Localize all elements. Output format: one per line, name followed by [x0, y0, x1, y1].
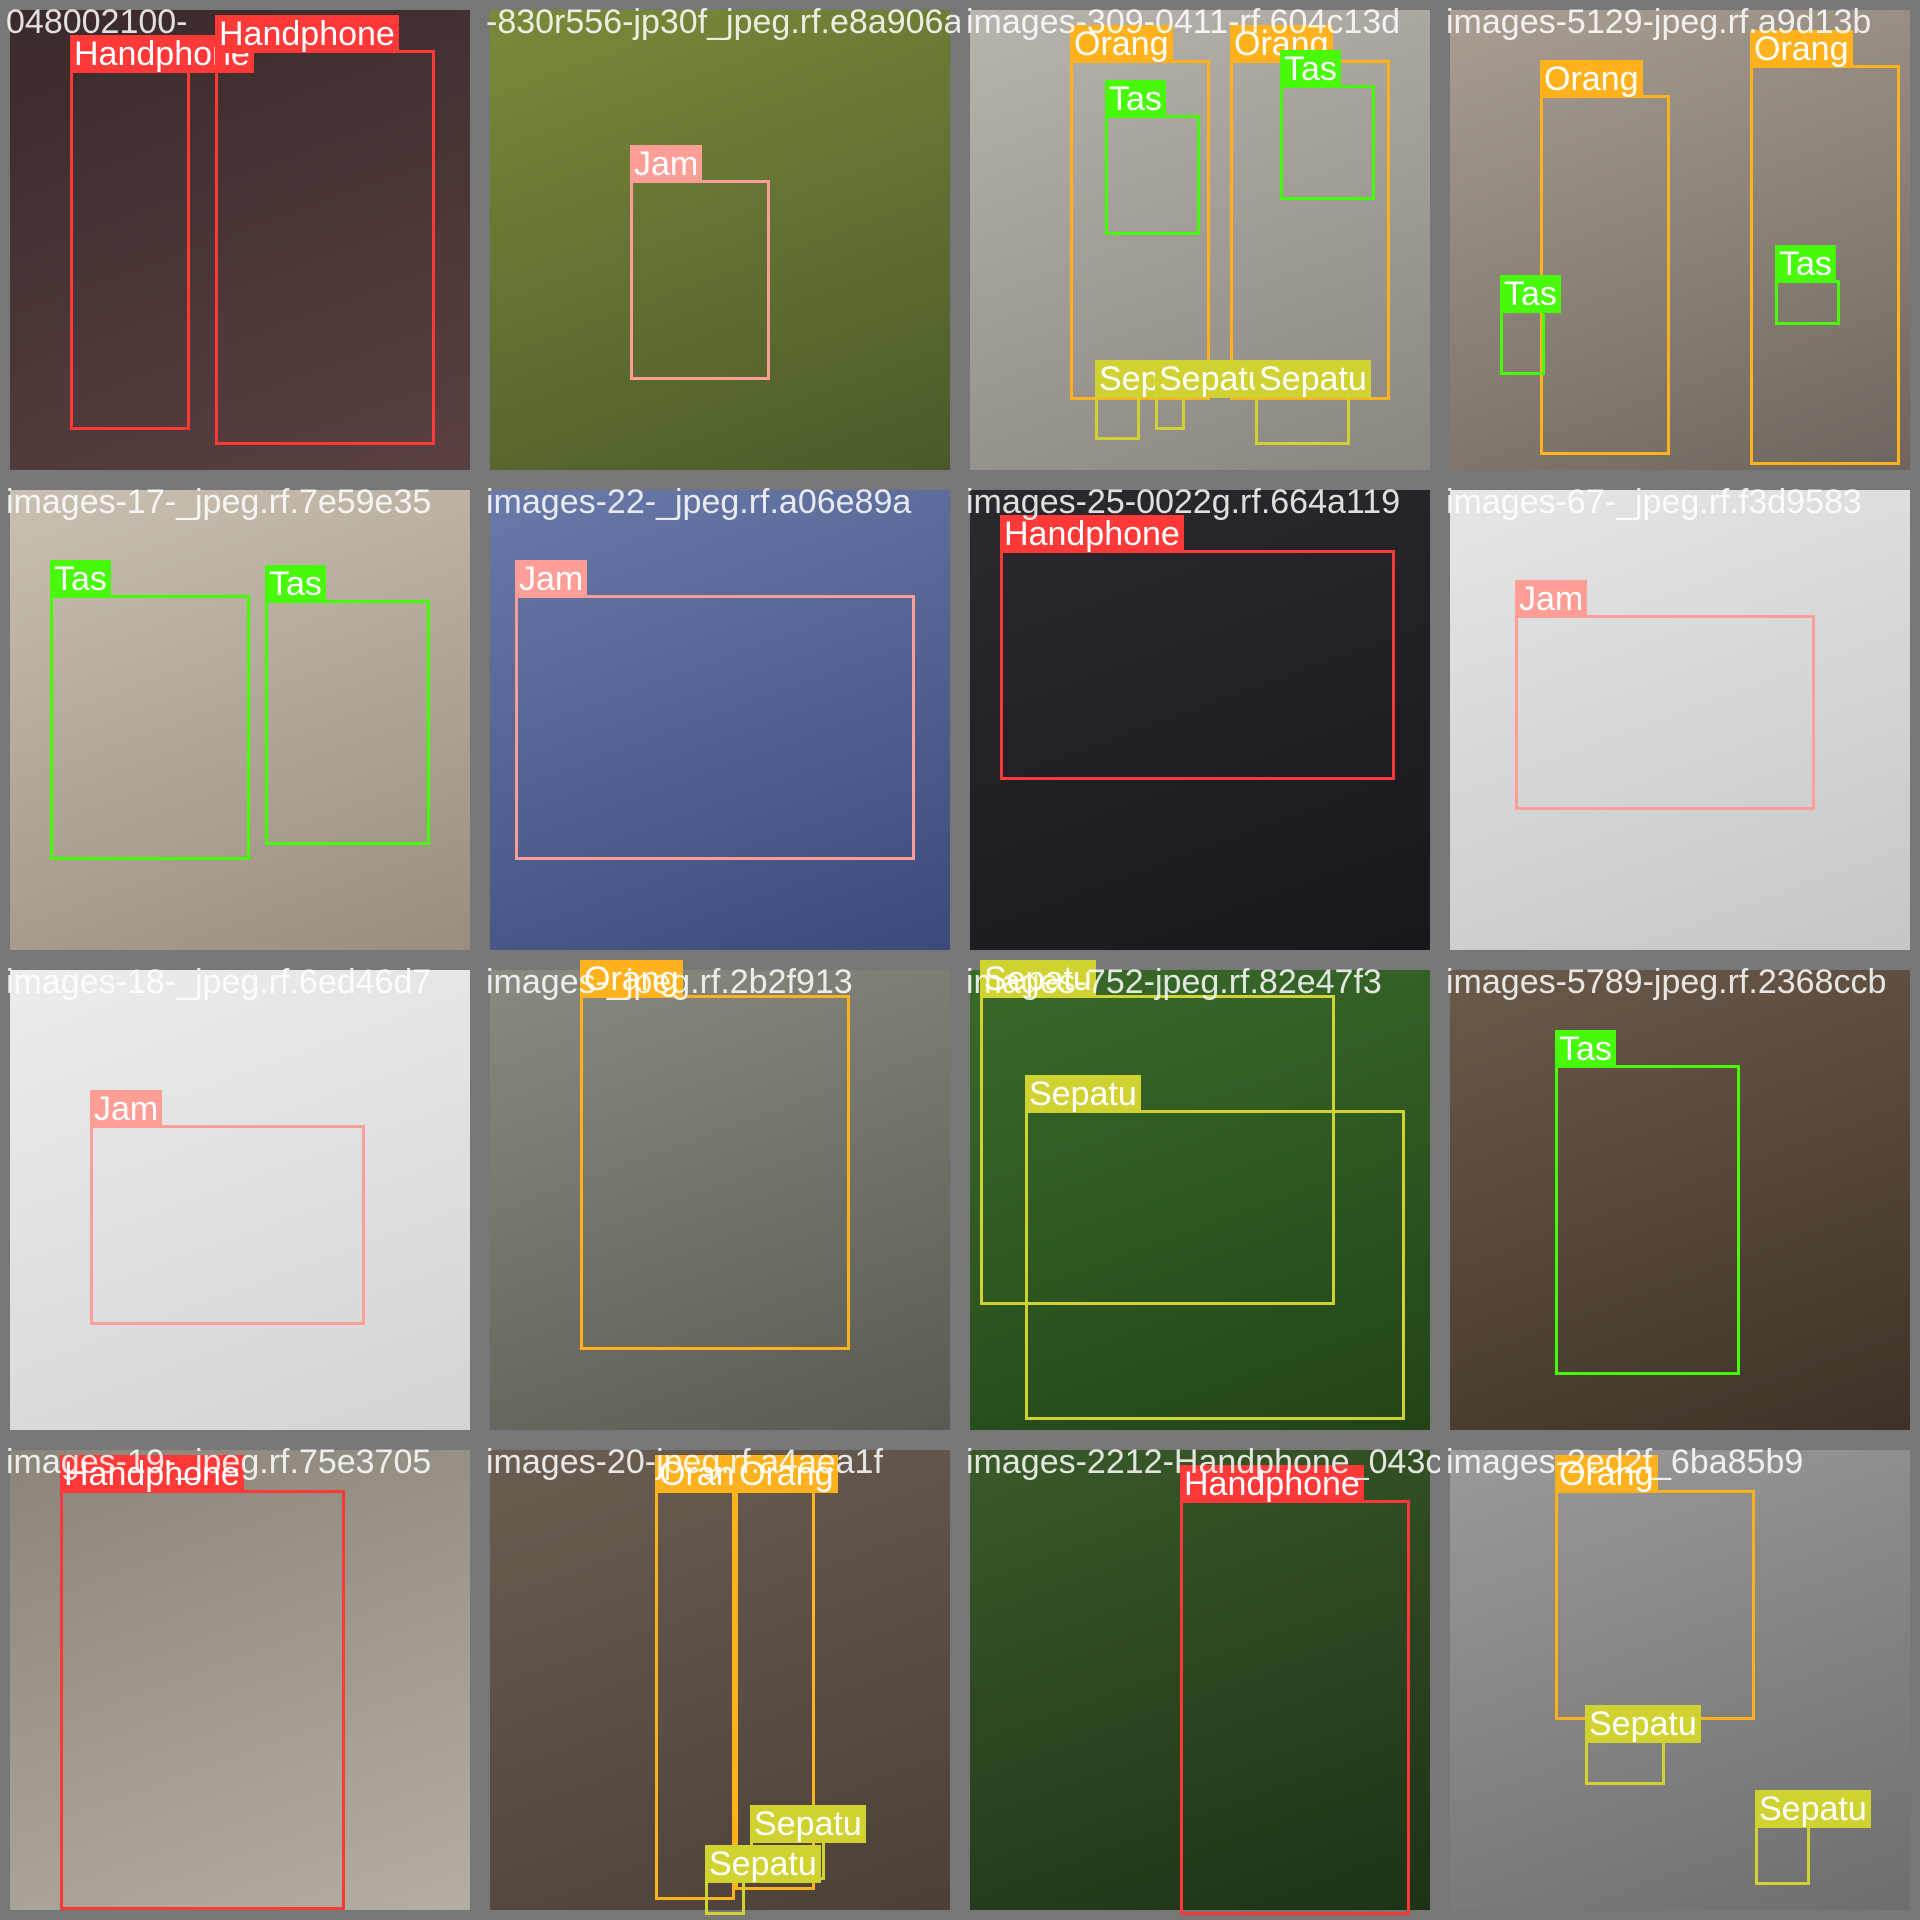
tile-filename: images-18-_jpeg.rf.6ed46d7: [6, 963, 432, 1001]
detection-label: Sepatu: [1585, 1705, 1701, 1743]
mosaic-tile: Tas images-5789-jpeg.rf.2368ccb: [1440, 960, 1920, 1440]
detection-box: Sepatu: [1755, 1790, 1871, 1885]
detection-label: Tas: [1105, 80, 1166, 118]
detection-box: Orang: [580, 960, 850, 1350]
tile-filename: images-20-jpeg.rf.a4aea1f: [486, 1443, 883, 1481]
detection-label: Sepatu: [750, 1805, 866, 1843]
detection-box: Tas: [1500, 275, 1561, 375]
tile-filename: images-5789-jpeg.rf.2368ccb: [1446, 963, 1887, 1001]
detection-label: Sepatu: [1755, 1790, 1871, 1828]
mosaic-tile: Handphone images-25-0022g.rf.664a119: [960, 480, 1440, 960]
mosaic-tile: Orang Orang Tas Tas images-5129-jpeg.rf.a9d1…: [1440, 0, 1920, 480]
tile-filename: images-_jpeg.rf.2b2f913: [486, 963, 853, 1001]
tile-filename: -830r556-jp30f_jpeg.rf.e8a906a: [486, 3, 960, 41]
detection-box: Jam: [630, 145, 770, 380]
detection-box: Tas: [1280, 50, 1375, 200]
tile-filename: 048002100-: [6, 3, 188, 41]
tile-filename: images-309-0411-rf.604c13d: [966, 3, 1401, 41]
detection-label: Tas: [50, 560, 111, 598]
detection-label: Jam: [90, 1090, 163, 1128]
detection-box: Tas: [1555, 1030, 1740, 1375]
detection-label: Sepatu: [1255, 360, 1371, 398]
mosaic-tile: Handphone Handphone 048002100-: [0, 0, 480, 480]
detection-label: Tas: [1280, 50, 1341, 88]
detection-label: Tas: [1775, 245, 1836, 283]
detection-box: Sepatu: [1255, 360, 1371, 445]
mosaic-tile: Jam images-22-_jpeg.rf.a06e89a: [480, 480, 960, 960]
mosaic-tile: Orang images-_jpeg.rf.2b2f913: [480, 960, 960, 1440]
detection-box: Sepatu: [1155, 360, 1271, 430]
mosaic-tile: Jam -830r556-jp30f_jpeg.rf.e8a906a: [480, 0, 960, 480]
mosaic-tile: Orang Orang Tas Tas Sepatu Sepatu Sepatu images…: [960, 0, 1440, 480]
detection-box: Sepatu: [705, 1845, 821, 1915]
detection-box: Sepatu: [1095, 360, 1211, 440]
detection-box: Tas: [1775, 245, 1840, 325]
detection-box: Handphone: [1000, 515, 1395, 780]
mosaic-tile: Handphone images-2212-Handphone_043c4: [960, 1440, 1440, 1920]
tile-filename: images-5129-jpeg.rf.a9d13b: [1446, 3, 1872, 41]
detection-label: Tas: [1555, 1030, 1616, 1068]
tile-filename: images-752-jpeg.rf.82e47f3: [966, 963, 1382, 1001]
detection-box: Jam: [1515, 580, 1815, 810]
detection-label: Tas: [1500, 275, 1561, 313]
detection-label: Jam: [630, 145, 703, 183]
detection-label: Sepatu: [1025, 1075, 1141, 1113]
detection-box: Jam: [90, 1090, 365, 1325]
tile-filename: images-19-_jpeg.rf.75e3705: [6, 1443, 432, 1481]
tile-filename: images-2212-Handphone_043c4: [966, 1443, 1440, 1481]
detection-box: Handphone: [215, 15, 435, 445]
mosaic-tile: Tas Tas images-17-_jpeg.rf.7e59e35: [0, 480, 480, 960]
detection-box: Jam: [515, 560, 915, 860]
mosaic-tile: Jam images-67-_jpeg.rf.f3d9583: [1440, 480, 1920, 960]
detection-box: Handphone: [60, 1455, 345, 1910]
mosaic-tile: Handphone images-19-_jpeg.rf.75e3705: [0, 1440, 480, 1920]
detection-box: Tas: [265, 565, 430, 845]
mosaic-tile: Orang Sepatu Sepatu images-2ed2f_6ba85b9: [1440, 1440, 1920, 1920]
detection-box: Handphone: [1180, 1465, 1410, 1915]
detection-mosaic: Handphone Handphone 048002100- Jam -830r556-…: [0, 0, 1920, 1920]
detection-box: Orang: [655, 1455, 758, 1900]
detection-box: Tas: [1105, 80, 1200, 235]
mosaic-tile: Orang Orang Sepatu Sepatu images-20-jpeg.rf.…: [480, 1440, 960, 1920]
detection-label: Jam: [1515, 580, 1588, 618]
mosaic-tile: Jam images-18-_jpeg.rf.6ed46d7: [0, 960, 480, 1440]
detection-label: Handphone: [215, 15, 399, 53]
mosaic-tile: Sepatu Sepatu images-752-jpeg.rf.82e47f3: [960, 960, 1440, 1440]
tile-filename: images-67-_jpeg.rf.f3d9583: [1446, 483, 1862, 521]
detection-box: Orang: [1555, 1455, 1755, 1720]
tile-filename: images-25-0022g.rf.664a119: [966, 483, 1401, 521]
detection-box: Tas: [50, 560, 250, 860]
detection-box: Sepatu: [1585, 1705, 1701, 1785]
detection-label: Tas: [265, 565, 326, 603]
detection-label: Jam: [515, 560, 588, 598]
detection-label: Sepatu: [705, 1845, 821, 1883]
tile-filename: images-17-_jpeg.rf.7e59e35: [6, 483, 432, 521]
detection-box: Sepatu: [1025, 1075, 1405, 1420]
detection-box: Handphone: [70, 35, 254, 430]
detection-label: Sepatu: [1155, 360, 1271, 398]
tile-filename: images-22-_jpeg.rf.a06e89a: [486, 483, 912, 521]
tile-filename: images-2ed2f_6ba85b9: [1446, 1443, 1804, 1481]
detection-label: Orang: [1540, 60, 1643, 98]
